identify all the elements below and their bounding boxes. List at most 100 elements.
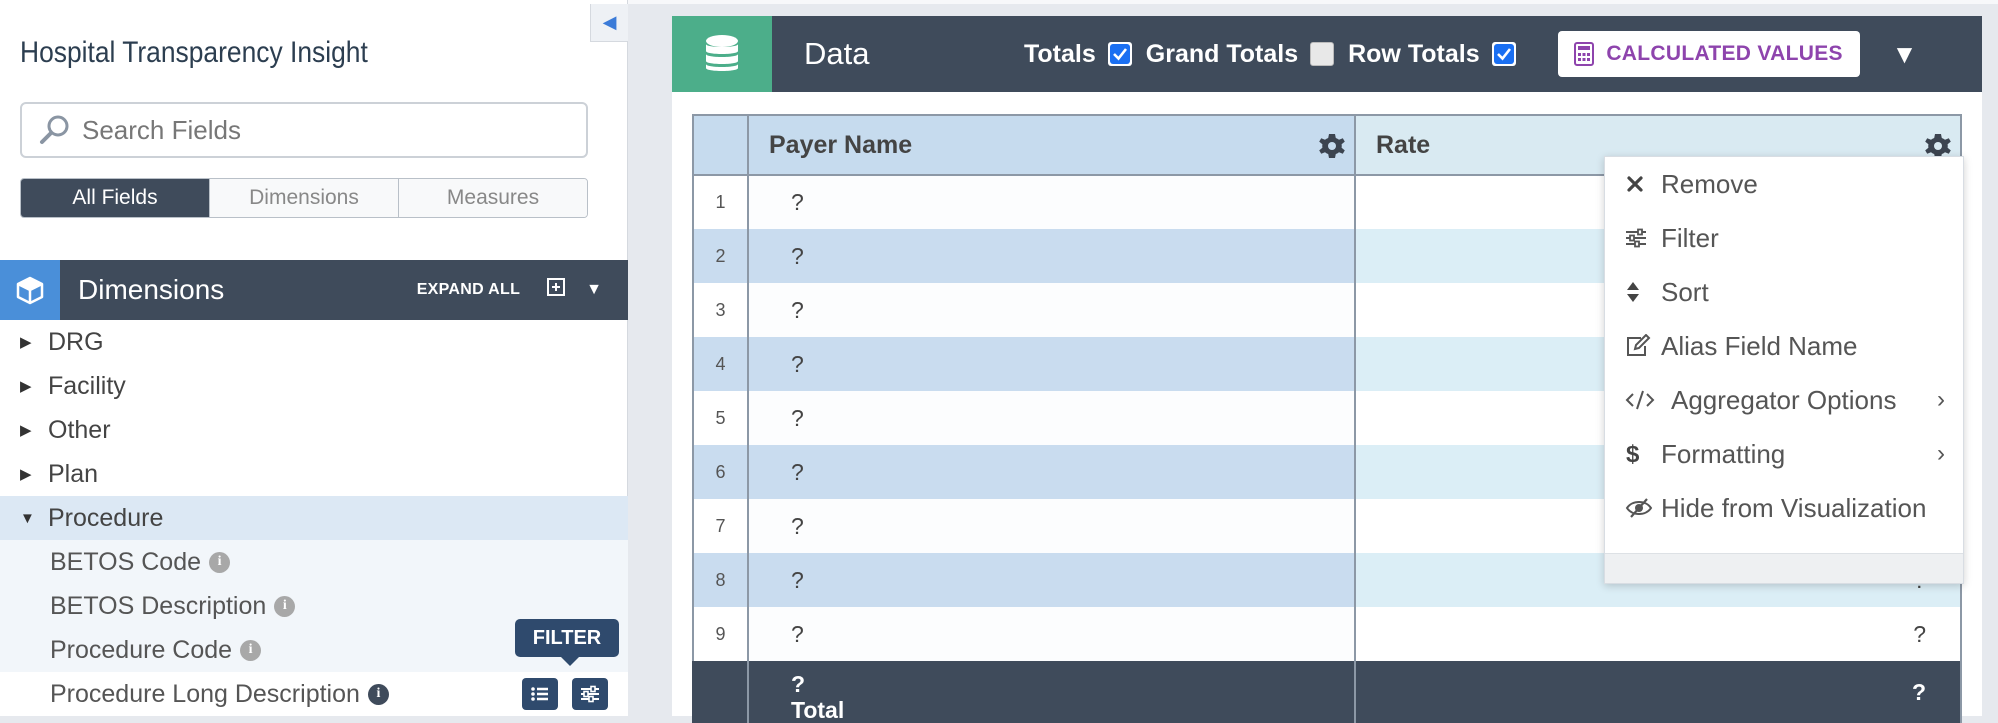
gear-icon[interactable]	[1318, 132, 1346, 167]
field-label: Procedure Code	[50, 635, 233, 664]
sort-icon	[1625, 280, 1655, 304]
total-value: ?	[791, 671, 806, 697]
caret-right-icon: ▶	[20, 466, 32, 483]
filter-sliders-icon[interactable]	[572, 678, 608, 710]
caret-right-icon: ▶	[20, 422, 32, 439]
calculator-icon	[1574, 42, 1595, 66]
column-header-payer-name[interactable]: Payer Name	[747, 114, 1356, 176]
payer-cell: ?	[748, 229, 1356, 283]
row-index: 7	[692, 499, 749, 553]
total-row: ? Total ?	[692, 661, 1962, 723]
totals-label: Totals	[1024, 39, 1096, 68]
row-totals-toggle[interactable]: Row Totals	[1348, 39, 1516, 69]
folder-procedure[interactable]: ▼ Procedure	[0, 496, 628, 540]
folder-label: DRG	[48, 327, 104, 356]
tab-measures[interactable]: Measures	[399, 179, 587, 217]
payer-cell: ?	[748, 283, 1356, 337]
menu-item-aggregator-options[interactable]: Aggregator Options ›	[1605, 373, 1963, 427]
payer-cell: ?	[748, 553, 1356, 607]
fields-panel: ◀ Hospital Transparency Insight All Fiel…	[0, 0, 628, 716]
menu-item-label: Formatting	[1661, 438, 1786, 469]
dollar-icon: $	[1625, 441, 1655, 467]
field-procedure-long-description[interactable]: Procedure Long Description i	[0, 672, 628, 716]
row-totals-label: Row Totals	[1348, 39, 1480, 68]
field-label: Procedure Long Description	[50, 679, 360, 708]
folder-drg[interactable]: ▶ DRG	[0, 320, 628, 364]
caret-left-icon: ◀	[602, 12, 617, 32]
menu-item-formatting[interactable]: $ Formatting ›	[1605, 427, 1963, 481]
folder-other[interactable]: ▶ Other	[0, 408, 628, 452]
chevron-right-icon: ›	[1937, 440, 1945, 467]
collapse-panel-button[interactable]: ◀	[590, 4, 628, 42]
data-title: Data	[804, 36, 870, 71]
add-box-icon[interactable]	[546, 277, 566, 303]
row-index: 1	[692, 175, 749, 229]
info-icon[interactable]: i	[240, 639, 262, 661]
row-index: 3	[692, 283, 749, 337]
row-index: 5	[692, 391, 749, 445]
eye-slash-icon	[1625, 497, 1655, 519]
folder-label: Procedure	[48, 503, 164, 532]
menu-item-sort[interactable]: Sort	[1605, 265, 1963, 319]
total-label: Total	[791, 697, 845, 723]
column-header-label: Rate	[1376, 130, 1431, 159]
payer-cell: ?	[748, 445, 1356, 499]
caret-down-icon: ▼	[20, 509, 35, 527]
menu-item-label: Alias Field Name	[1661, 330, 1858, 361]
menu-item-filter[interactable]: Filter	[1605, 211, 1963, 265]
info-icon[interactable]: i	[274, 595, 296, 617]
folder-plan[interactable]: ▶ Plan	[0, 452, 628, 496]
payer-cell: ?	[748, 499, 1356, 553]
chevron-down-icon[interactable]: ▼	[586, 281, 602, 299]
grand-totals-checkbox[interactable]	[1310, 42, 1335, 66]
info-icon[interactable]: i	[367, 683, 389, 705]
cube-icon	[0, 260, 60, 320]
menu-item-label: Remove	[1661, 168, 1758, 199]
field-type-tabs: All Fields Dimensions Measures	[20, 178, 588, 218]
folder-label: Plan	[48, 459, 99, 488]
grand-totals-label: Grand Totals	[1145, 39, 1299, 68]
caret-right-icon: ▶	[20, 378, 32, 395]
column-header-label: Payer Name	[769, 130, 913, 159]
column-context-menu: Remove Filter Sort Alias Field Name Aggr…	[1604, 156, 1964, 584]
field-label: BETOS Description	[50, 591, 267, 620]
search-icon	[40, 115, 69, 144]
expand-all-button[interactable]: EXPAND ALL	[417, 281, 520, 299]
tab-dimensions[interactable]: Dimensions	[210, 179, 399, 217]
total-payer-cell: ? Total	[748, 661, 1356, 723]
data-header: Data Totals Grand Totals Row Totals CALC…	[672, 16, 1982, 92]
tab-all-fields[interactable]: All Fields	[21, 179, 210, 217]
caret-right-icon: ▶	[20, 334, 32, 351]
folder-label: Other	[48, 415, 111, 444]
row-index: 9	[692, 607, 749, 661]
row-totals-checkbox[interactable]	[1491, 42, 1516, 66]
edit-icon	[1625, 334, 1655, 358]
search-input[interactable]	[82, 114, 562, 146]
payer-cell: ?	[748, 391, 1356, 445]
search-box[interactable]	[20, 102, 588, 158]
index-header	[692, 114, 749, 176]
chevron-down-icon[interactable]: ▼	[1892, 39, 1918, 70]
field-betos-code[interactable]: BETOS Code i	[0, 540, 628, 584]
list-icon[interactable]	[522, 678, 558, 710]
total-rate-cell: ?	[1355, 661, 1962, 723]
folder-label: Facility	[48, 371, 126, 400]
menu-item-label: Hide from Visualization	[1661, 492, 1927, 523]
menu-item-hide-from-visualization[interactable]: Hide from Visualization	[1605, 481, 1963, 535]
row-index: 6	[692, 445, 749, 499]
info-icon[interactable]: i	[209, 551, 231, 573]
grand-totals-toggle[interactable]: Grand Totals	[1145, 39, 1335, 69]
folder-facility[interactable]: ▶ Facility	[0, 364, 628, 408]
code-icon	[1625, 389, 1665, 411]
calculated-values-label: CALCULATED VALUES	[1606, 42, 1843, 65]
menu-item-remove[interactable]: Remove	[1605, 157, 1963, 211]
menu-item-label: Filter	[1661, 222, 1719, 253]
totals-checkbox[interactable]	[1107, 42, 1132, 66]
payer-cell: ?	[748, 337, 1356, 391]
menu-footer	[1605, 553, 1963, 583]
menu-item-alias-field-name[interactable]: Alias Field Name	[1605, 319, 1963, 373]
calculated-values-button[interactable]: CALCULATED VALUES	[1557, 31, 1860, 77]
dimensions-title: Dimensions	[78, 274, 225, 305]
totals-toggle[interactable]: Totals	[1024, 40, 1132, 69]
menu-item-label: Aggregator Options	[1671, 384, 1897, 415]
